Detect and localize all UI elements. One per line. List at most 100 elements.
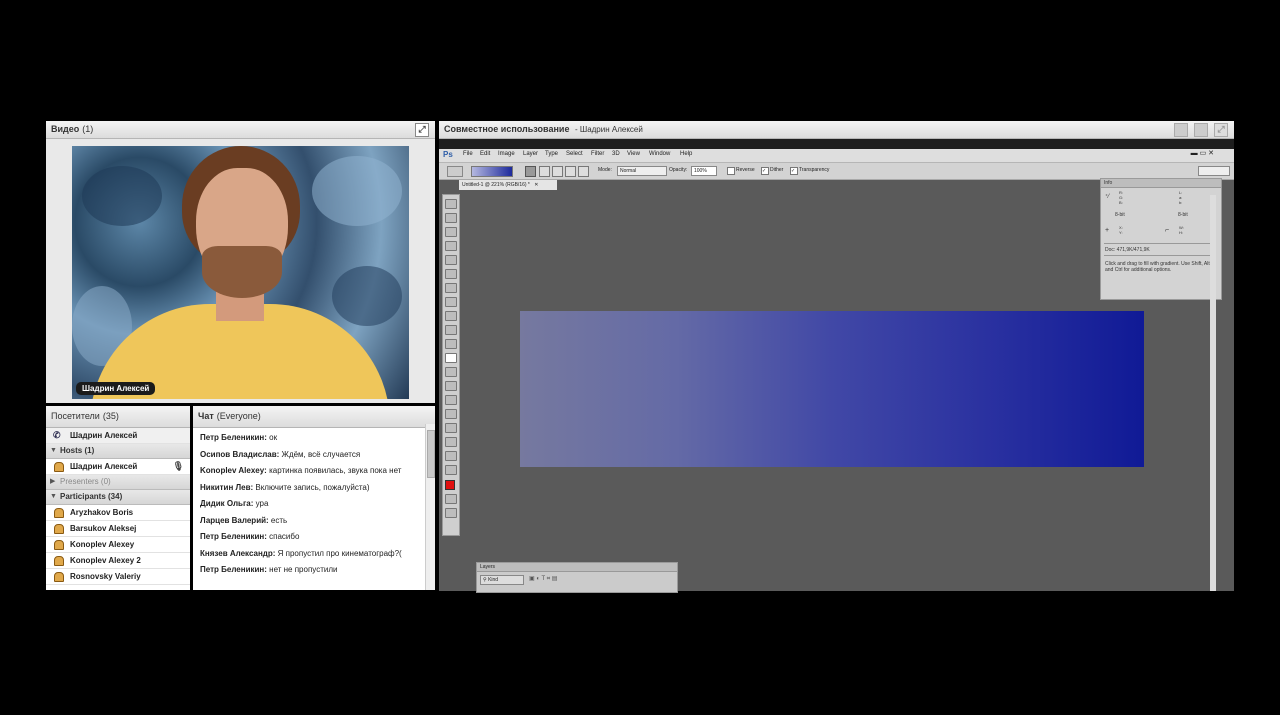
share-title: Совместное использование: [444, 124, 570, 134]
eraser-tool-icon[interactable]: [445, 339, 457, 349]
info-size-icon: ⌐: [1165, 227, 1170, 234]
ps-menu-file[interactable]: File: [463, 151, 473, 157]
document-tab[interactable]: Untitled-1 @ 221% (RGB/16) * ✕: [459, 180, 557, 190]
ps-menu-edit[interactable]: Edit: [480, 151, 490, 157]
shape-tool-icon[interactable]: [445, 437, 457, 447]
dodge-tool-icon[interactable]: [445, 381, 457, 391]
move-tool-icon[interactable]: [445, 199, 457, 209]
close-tab-icon[interactable]: ✕: [534, 182, 538, 188]
marquee-tool-icon[interactable]: [445, 213, 457, 223]
blur-tool-icon[interactable]: [445, 367, 457, 377]
chat-message: Ларцев Валерий: есть: [193, 513, 425, 530]
ps-menu-type[interactable]: Type: [545, 151, 558, 157]
eyedropper-tool-icon[interactable]: [445, 269, 457, 279]
participant-row[interactable]: Konoplev Alexey: [46, 537, 190, 553]
participant-row[interactable]: Aryzhakov Boris: [46, 505, 190, 521]
layout-icon[interactable]: [1194, 123, 1208, 137]
quick-select-tool-icon[interactable]: [445, 241, 457, 251]
gradient-diamond-icon[interactable]: [578, 166, 589, 177]
user-icon: [54, 572, 64, 582]
chat-message: Осипов Владислав: Ждём, всё случается: [193, 447, 425, 464]
chat-author: Петр Беленикин:: [200, 433, 267, 442]
chat-title-bar: Чат (Everyone): [193, 406, 435, 428]
layout-icon[interactable]: [1174, 123, 1188, 137]
ps-menu-window[interactable]: Window: [649, 151, 670, 157]
participant-row[interactable]: Konoplev Alexey 2: [46, 553, 190, 569]
mode-select[interactable]: Normal: [617, 166, 667, 176]
lasso-tool-icon[interactable]: [445, 227, 457, 237]
path-select-tool-icon[interactable]: [445, 423, 457, 433]
ps-menu-image[interactable]: Image: [498, 151, 515, 157]
ps-window-controls-icon[interactable]: ▬ ▭ ✕: [1191, 149, 1214, 157]
reverse-checkbox[interactable]: [727, 167, 735, 175]
hosts-group-label: Hosts (1): [60, 446, 95, 455]
fullscreen-icon[interactable]: ⤢: [415, 123, 429, 137]
microphone-icon: 🎙: [172, 461, 184, 471]
fullscreen-icon[interactable]: ⤢: [1214, 123, 1228, 137]
workspace-select[interactable]: [1198, 166, 1230, 176]
transparency-checkbox[interactable]: ✓: [790, 167, 798, 175]
gradient-linear-icon[interactable]: [525, 166, 536, 177]
layer-filter-icons[interactable]: ▣ ◐ T ⌗ ▤: [529, 575, 557, 583]
layers-kind-filter[interactable]: ⚲ Kind: [480, 575, 524, 585]
gradient-reflected-icon[interactable]: [565, 166, 576, 177]
screen-mode-icon[interactable]: [445, 508, 457, 518]
pen-tool-icon[interactable]: [445, 395, 457, 405]
presenters-group-header[interactable]: ▶ Presenters (0): [46, 475, 190, 490]
ps-menu-filter[interactable]: Filter: [591, 151, 604, 157]
chat-author: Konoplev Alexey:: [200, 466, 267, 475]
hand-tool-icon[interactable]: [445, 451, 457, 461]
ps-menu-view[interactable]: View: [627, 151, 640, 157]
chat-text: картинка появилась, звука пока нет: [266, 466, 402, 475]
ps-menu-select[interactable]: Select: [566, 151, 583, 157]
participants-group-header[interactable]: ▼ Participants (34): [46, 490, 190, 505]
ps-menu-layer[interactable]: Layer: [523, 151, 538, 157]
opacity-value: 100%: [694, 168, 707, 174]
chat-text: ок: [266, 433, 278, 442]
opacity-field[interactable]: 100%: [691, 166, 717, 176]
hosts-group-header[interactable]: ▼ Hosts (1): [46, 444, 190, 459]
info-hint: Click and drag to fill with gradient. Us…: [1105, 261, 1212, 273]
ps-toolbox: [442, 194, 460, 536]
chat-scrollbar-thumb[interactable]: [427, 430, 435, 478]
brush-tool-icon[interactable]: [445, 297, 457, 307]
gradient-preview[interactable]: [471, 166, 513, 177]
crop-tool-icon[interactable]: [445, 255, 457, 265]
chat-message: Дидик Ольга: ура: [193, 496, 425, 513]
ps-menu-3d[interactable]: 3D: [612, 151, 620, 157]
healing-tool-icon[interactable]: [445, 283, 457, 293]
ps-vertical-scrollbar[interactable]: [1210, 195, 1216, 591]
participant-row[interactable]: Barsukov Aleksej: [46, 521, 190, 537]
chat-scrollbar[interactable]: [425, 424, 435, 590]
type-tool-icon[interactable]: [445, 409, 457, 419]
chat-message: Петр Беленикин: спасибо: [193, 529, 425, 546]
collapse-arrow-icon: ▼: [50, 447, 57, 454]
share-title-bar: Совместное использование - Шадрин Алексе…: [439, 121, 1234, 139]
current-user-row[interactable]: ✆ Шадрин Алексей: [46, 428, 190, 444]
chat-author: Князев Александр:: [200, 548, 276, 558]
gradient-canvas[interactable]: [520, 311, 1144, 467]
quick-mask-icon[interactable]: [445, 494, 457, 504]
tool-preset-icon[interactable]: [447, 166, 463, 177]
reverse-label: Reverse: [736, 167, 755, 173]
share-presenter: - Шадрин Алексей: [574, 125, 643, 134]
dither-label: Dither: [770, 167, 784, 173]
history-brush-tool-icon[interactable]: [445, 325, 457, 335]
user-icon: [54, 540, 64, 550]
host-row[interactable]: Шадрин Алексей 🎙: [46, 459, 190, 475]
info-panel: Info ⁺⁄ R: G: B: L: a: b: 8-bit 8-bit + X: Y:…: [1100, 178, 1222, 300]
stamp-tool-icon[interactable]: [445, 311, 457, 321]
photoshop-window: Ps File Edit Image Layer Type Select Fil…: [439, 149, 1234, 593]
presenters-group-label: Presenters (0): [60, 477, 111, 486]
video-pod-count: (1): [82, 124, 94, 134]
zoom-tool-icon[interactable]: [445, 465, 457, 475]
gradient-tool-icon[interactable]: [445, 353, 457, 363]
info-panel-header: Info: [1101, 179, 1221, 188]
foreground-color-swatch[interactable]: [445, 480, 455, 490]
participant-row[interactable]: Rosnovsky Valeriy: [46, 569, 190, 585]
participant-name: Aryzhakov Boris: [70, 508, 134, 517]
gradient-radial-icon[interactable]: [539, 166, 550, 177]
dither-checkbox[interactable]: ✓: [761, 167, 769, 175]
ps-menu-help[interactable]: Help: [680, 151, 692, 157]
gradient-angle-icon[interactable]: [552, 166, 563, 177]
